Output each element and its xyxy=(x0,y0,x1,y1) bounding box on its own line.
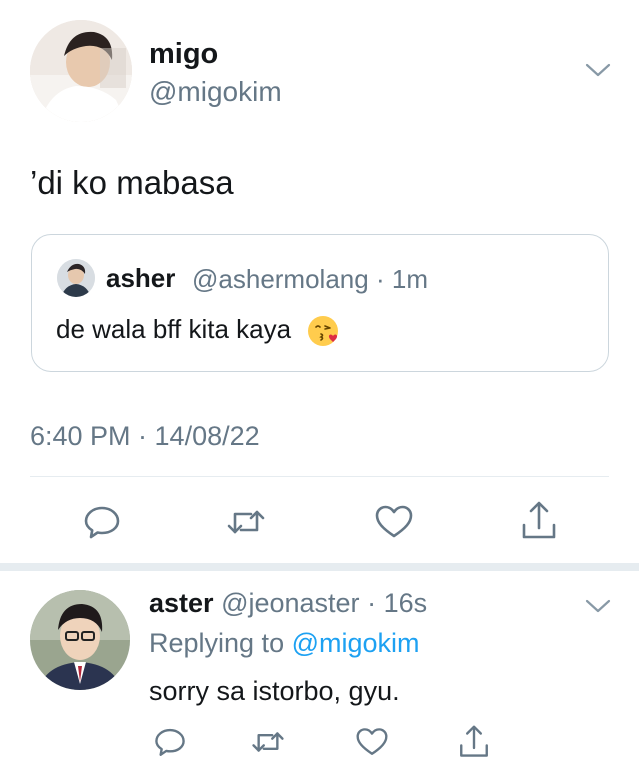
like-button[interactable] xyxy=(372,500,416,544)
share-icon xyxy=(457,723,491,761)
reply-reply-button[interactable] xyxy=(150,722,190,762)
quoted-time: 1m xyxy=(391,264,428,294)
author-display-name[interactable]: migo xyxy=(149,38,218,71)
reply-chevron-down-icon[interactable] xyxy=(584,596,612,616)
reply-retweet-button[interactable] xyxy=(246,722,290,762)
reply-author-avatar[interactable] xyxy=(30,590,130,690)
reply-handle[interactable]: @jeonaster xyxy=(221,588,359,618)
reply-icon xyxy=(82,502,122,542)
retweet-button[interactable] xyxy=(222,500,270,544)
author-avatar[interactable] xyxy=(30,20,132,122)
reply-display-name[interactable]: aster xyxy=(149,588,214,618)
quoted-display-name: asher xyxy=(106,263,176,293)
replying-to-handle[interactable]: @migokim xyxy=(292,628,420,658)
reply-button[interactable] xyxy=(80,500,124,544)
retweet-icon xyxy=(249,725,287,759)
reply-text: sorry sa istorbo, gyu. xyxy=(149,676,400,706)
quoted-tweet[interactable]: asher @ashermolang · 1m de wala bff kita… xyxy=(31,234,609,372)
tweet-timestamp: 6:40 PM · 14/08/22 xyxy=(30,421,260,451)
reply-time: 16s xyxy=(383,588,428,618)
reply-separator: · xyxy=(367,588,377,618)
tweet-text: ’di ko mabasa xyxy=(30,164,234,201)
replying-to-label: Replying to xyxy=(149,628,285,658)
chevron-down-icon[interactable] xyxy=(584,60,612,80)
like-icon xyxy=(355,726,389,758)
author-handle[interactable]: @migokim xyxy=(149,76,282,108)
share-icon xyxy=(519,499,559,543)
like-icon xyxy=(374,503,414,541)
kiss-emoji-icon xyxy=(306,314,342,348)
share-button[interactable] xyxy=(517,497,561,545)
quoted-text: de wala bff kita kaya xyxy=(56,314,292,344)
divider xyxy=(30,476,609,477)
reply-like-button[interactable] xyxy=(352,722,392,762)
quoted-avatar xyxy=(57,259,95,297)
retweet-icon xyxy=(224,502,268,542)
section-divider xyxy=(0,563,639,571)
quoted-handle: @ashermolang xyxy=(192,264,369,294)
reply-icon xyxy=(153,725,187,759)
quoted-separator: · xyxy=(375,264,385,294)
reply-share-button[interactable] xyxy=(454,720,494,764)
